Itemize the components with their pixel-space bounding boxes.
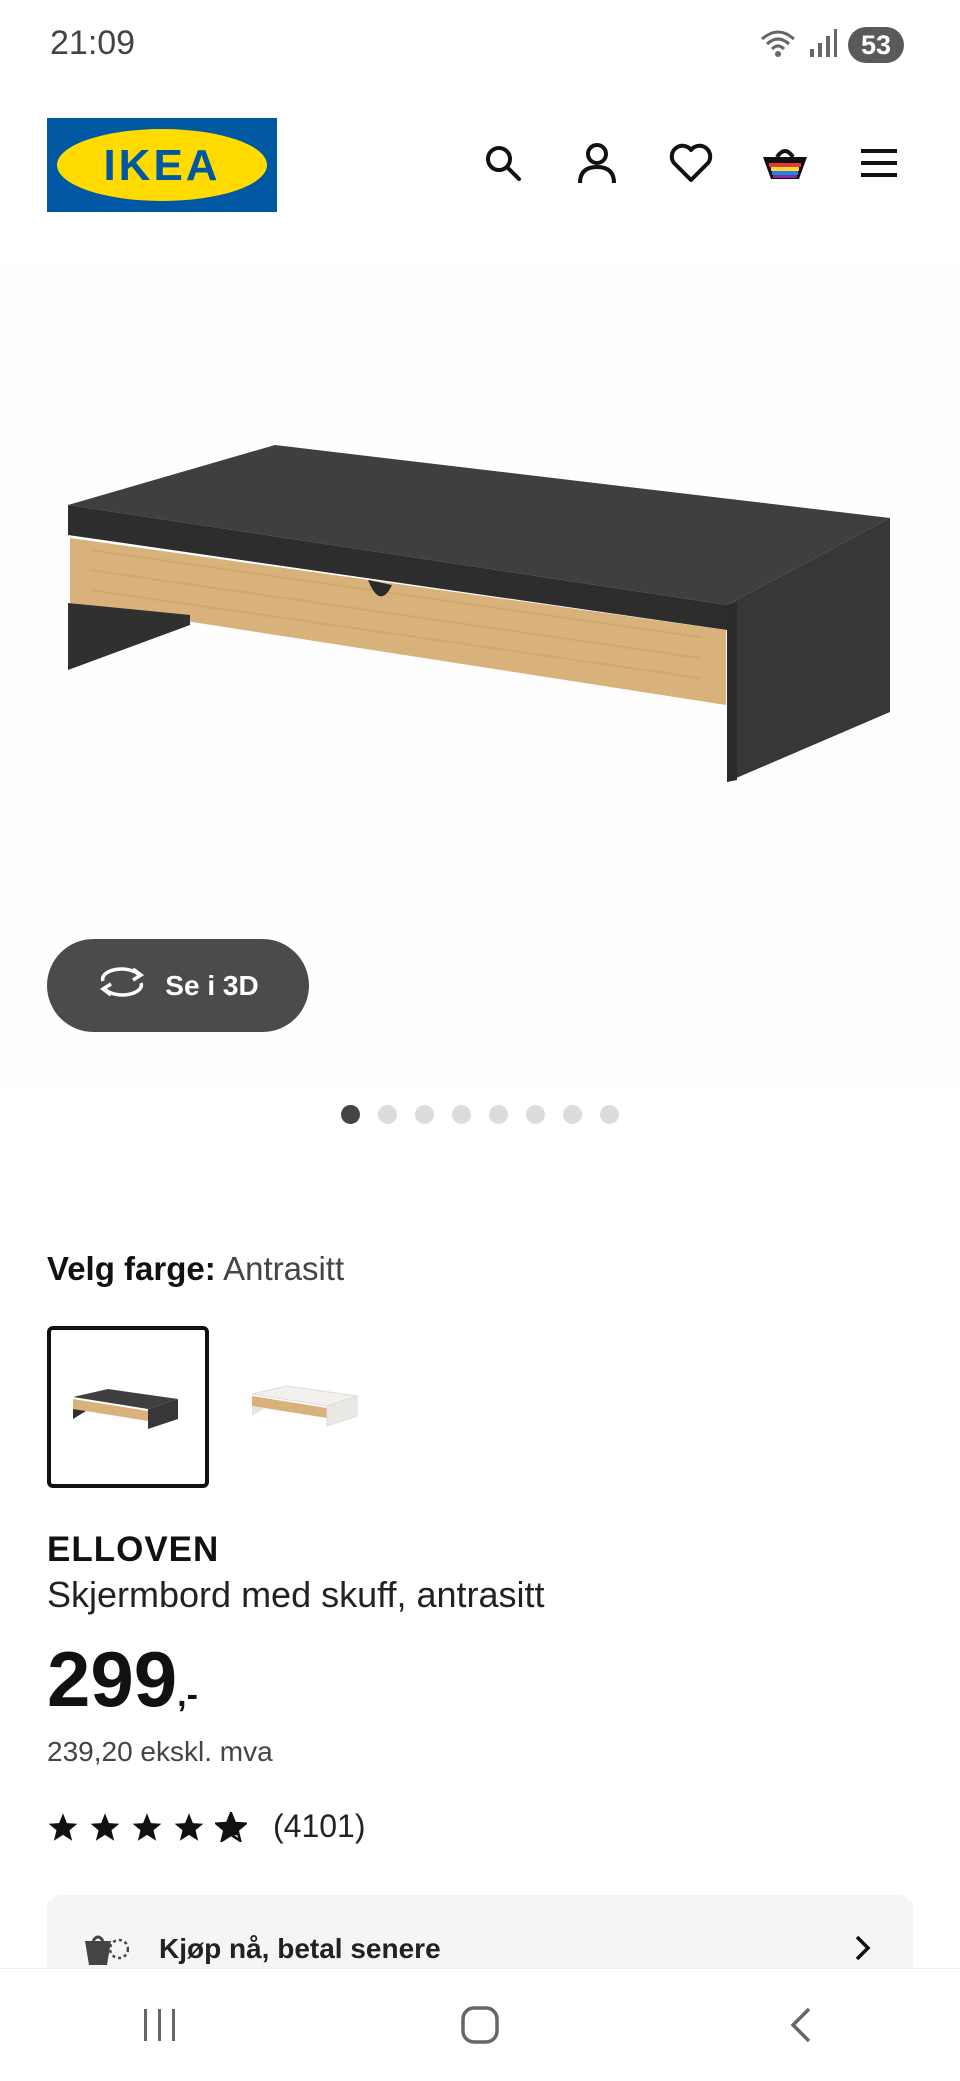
color-picker-value: Antrasitt xyxy=(223,1250,345,1287)
swatch-white[interactable] xyxy=(229,1326,385,1482)
carousel-dot[interactable] xyxy=(526,1105,545,1124)
carousel-dot[interactable] xyxy=(415,1105,434,1124)
site-header: IKEA xyxy=(0,110,960,220)
battery-indicator: 53 xyxy=(848,27,904,63)
carousel-dot[interactable] xyxy=(600,1105,619,1124)
carousel-dots xyxy=(0,1105,960,1124)
search-icon[interactable] xyxy=(478,138,528,188)
pay-later-label: Kjøp nå, betal senere xyxy=(159,1933,441,1964)
heart-icon[interactable] xyxy=(666,138,716,188)
rating-stars xyxy=(47,1811,247,1842)
status-bar: 21:09 53 xyxy=(0,0,960,90)
carousel-dot[interactable] xyxy=(378,1105,397,1124)
logo-text: IKEA xyxy=(103,141,220,190)
rotate-3d-icon xyxy=(97,965,147,1006)
wifi-icon xyxy=(758,25,798,66)
carousel-dot[interactable] xyxy=(489,1105,508,1124)
star-icon xyxy=(48,1812,78,1841)
product-name: ELLOVEN xyxy=(47,1530,220,1569)
user-icon[interactable] xyxy=(572,138,622,188)
review-count: (4101) xyxy=(273,1808,366,1844)
product-price: 299 ,- xyxy=(47,1636,198,1722)
carousel-dot[interactable] xyxy=(341,1105,360,1124)
chevron-right-icon xyxy=(853,1933,873,1968)
signal-icon xyxy=(808,27,838,64)
status-icons: 53 xyxy=(758,24,904,66)
home-button[interactable] xyxy=(440,1985,520,2065)
back-button[interactable] xyxy=(760,1985,840,2065)
header-actions xyxy=(478,138,904,188)
product-description: Skjermbord med skuff, antrasitt xyxy=(47,1574,545,1615)
system-nav-bar xyxy=(0,1968,960,2081)
view-3d-label: Se i 3D xyxy=(165,969,259,1001)
color-picker-label: Velg farge: xyxy=(47,1250,216,1287)
ikea-logo[interactable]: IKEA xyxy=(47,118,277,212)
product-rating[interactable]: (4101) xyxy=(47,1808,366,1845)
view-3d-button[interactable]: Se i 3D xyxy=(47,939,309,1032)
carousel-dot[interactable] xyxy=(452,1105,471,1124)
price-ex-vat: 239,20 ekskl. mva xyxy=(47,1736,273,1767)
color-picker-label-row: Velg farge: Antrasitt xyxy=(47,1250,344,1288)
carousel-dot[interactable] xyxy=(563,1105,582,1124)
basket-icon[interactable] xyxy=(760,138,810,188)
recent-apps-button[interactable] xyxy=(120,1985,200,2065)
star-icon xyxy=(90,1812,120,1841)
swatch-antrasitt[interactable] xyxy=(47,1326,209,1488)
price-amount: 299 xyxy=(47,1635,178,1723)
star-icon xyxy=(132,1812,162,1841)
status-time: 21:09 xyxy=(50,24,136,62)
menu-icon[interactable] xyxy=(854,138,904,188)
half-star-icon xyxy=(215,1811,247,1842)
price-suffix: ,- xyxy=(177,1676,198,1714)
star-icon xyxy=(174,1812,204,1841)
color-swatches xyxy=(47,1326,385,1488)
